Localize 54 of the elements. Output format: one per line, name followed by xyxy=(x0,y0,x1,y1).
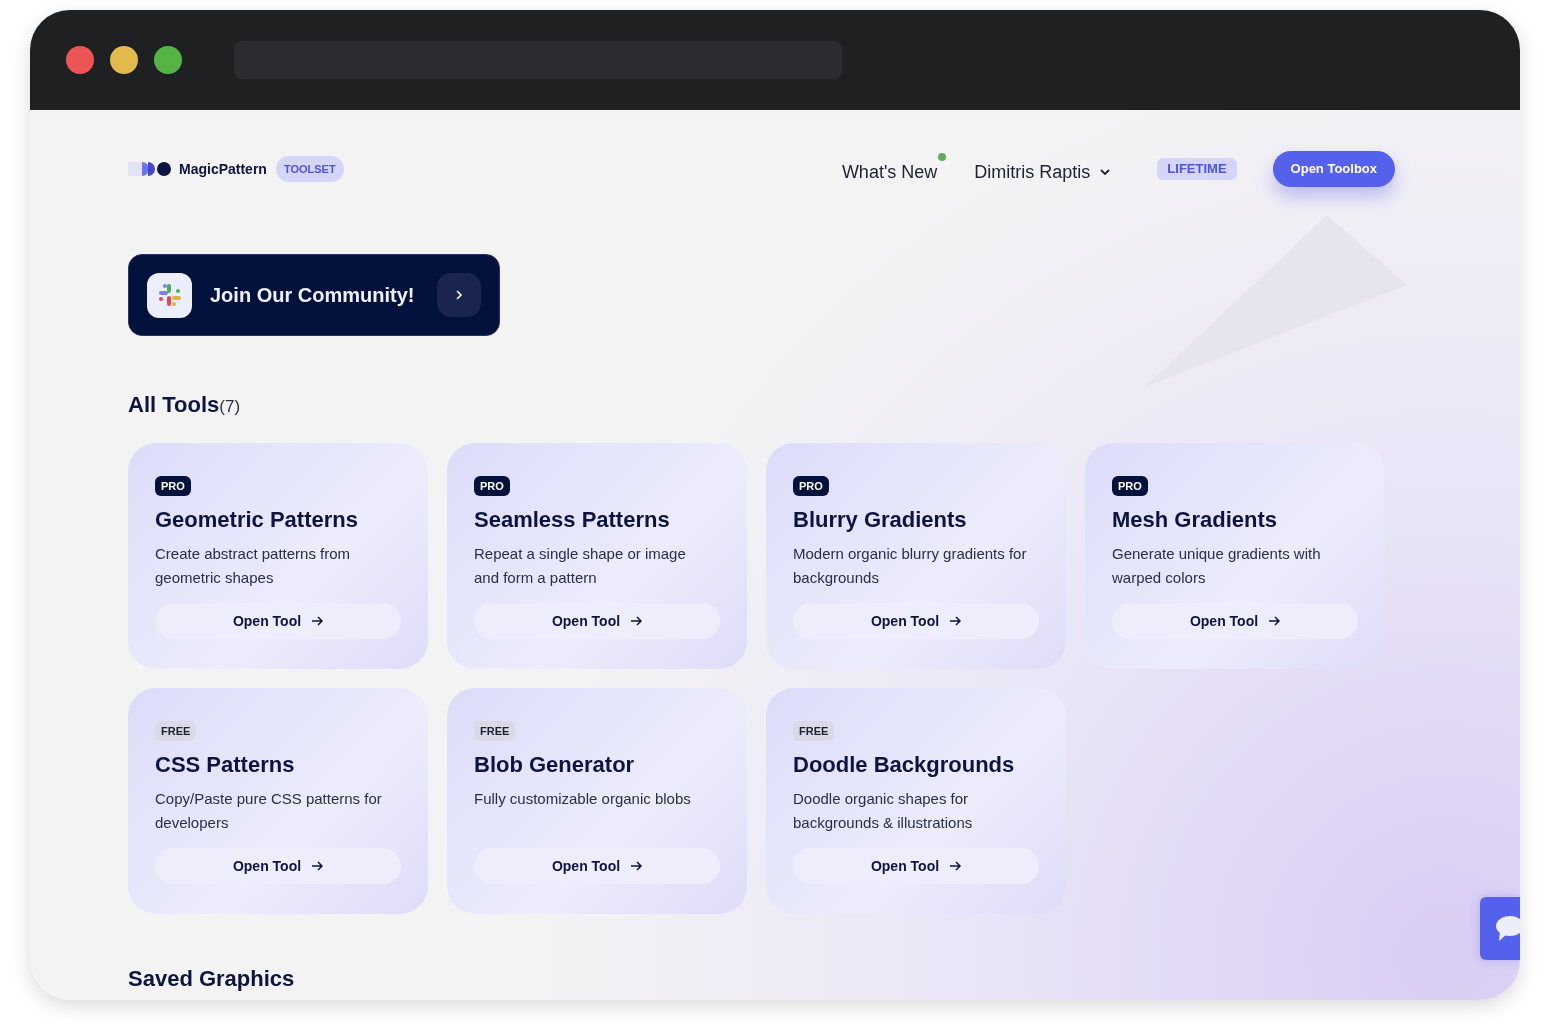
brand-name: MagicPattern xyxy=(179,159,267,179)
tool-description: Generate unique gradients with warped colors xyxy=(1112,544,1322,588)
open-tool-button[interactable]: Open Tool xyxy=(793,848,1039,884)
close-window-button[interactable] xyxy=(66,46,94,74)
whats-new-link[interactable]: What's New xyxy=(841,152,947,186)
open-tool-button[interactable]: Open Tool xyxy=(155,848,401,884)
arrow-right-icon xyxy=(630,861,643,871)
tier-badge: PRO xyxy=(474,476,510,496)
section-title: All Tools xyxy=(128,391,220,419)
tool-description: Fully customizable organic blobs xyxy=(474,789,692,809)
toolset-badge: TOOLSET xyxy=(275,156,344,182)
tier-badge: FREE xyxy=(474,721,516,741)
tier-badge: PRO xyxy=(793,476,829,496)
open-tool-button[interactable]: Open Tool xyxy=(793,603,1039,639)
section-title: Saved Graphics xyxy=(128,966,296,992)
lifetime-badge: LIFETIME xyxy=(1157,158,1237,180)
speech-bubble-icon xyxy=(1496,914,1520,943)
join-community-button[interactable]: Join Our Community! xyxy=(128,254,500,336)
open-tool-button[interactable]: Open Tool xyxy=(474,848,720,884)
tool-title: Blob Generator xyxy=(474,751,636,779)
tool-title: Doodle Backgrounds xyxy=(793,751,1016,779)
arrow-right-icon xyxy=(311,861,324,871)
open-tool-button[interactable]: Open Tool xyxy=(155,603,401,639)
open-tool-button[interactable]: Open Tool xyxy=(1112,603,1358,639)
tool-title: Mesh Gradients xyxy=(1112,506,1279,534)
open-toolbox-button[interactable]: Open Toolbox xyxy=(1272,151,1395,187)
arrow-right-icon xyxy=(949,861,962,871)
maximize-window-button[interactable] xyxy=(154,46,182,74)
chevron-right-icon xyxy=(437,273,481,317)
logo-icon xyxy=(128,161,172,177)
tool-count: (7) xyxy=(219,397,241,418)
tier-badge: FREE xyxy=(155,721,197,741)
tier-badge: PRO xyxy=(1112,476,1148,496)
tool-description: Copy/Paste pure CSS patterns for developers xyxy=(155,789,383,833)
tool-description: Doodle organic shapes for backgrounds & illustrations xyxy=(793,789,974,833)
arrow-right-icon xyxy=(1268,616,1281,626)
tier-badge: PRO xyxy=(155,476,191,496)
chevron-down-icon xyxy=(1100,168,1111,176)
minimize-window-button[interactable] xyxy=(110,46,138,74)
arrow-right-icon xyxy=(311,616,324,626)
account-menu[interactable]: Dimitris Raptis xyxy=(974,152,1120,186)
tool-title: Seamless Patterns xyxy=(474,506,671,534)
arrow-right-icon xyxy=(630,616,643,626)
tool-title: Blurry Gradients xyxy=(793,506,968,534)
arrow-right-icon xyxy=(949,616,962,626)
tool-title: Geometric Patterns xyxy=(155,506,359,534)
tier-badge: FREE xyxy=(793,721,835,741)
chat-button[interactable] xyxy=(1480,897,1520,960)
tool-title: CSS Patterns xyxy=(155,751,296,779)
tool-description: Create abstract patterns from geometric shapes xyxy=(155,544,352,588)
tool-description: Modern organic blurry gradients for backgrounds xyxy=(793,544,1028,588)
chat-app-icon xyxy=(147,272,192,318)
tool-description: Repeat a single shape or image and form a pattern xyxy=(474,544,687,588)
open-tool-button[interactable]: Open Tool xyxy=(474,603,720,639)
